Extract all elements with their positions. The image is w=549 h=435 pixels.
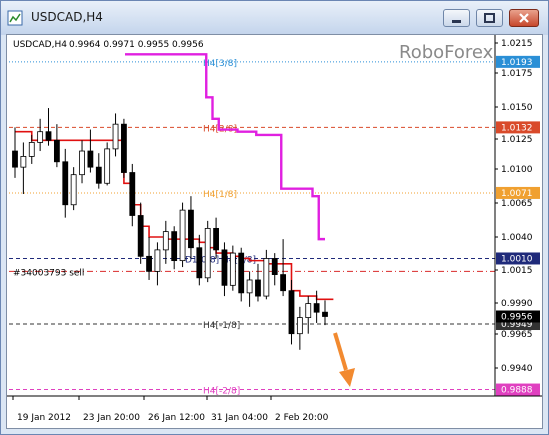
candle-body — [204, 227, 211, 279]
candle-body — [213, 227, 219, 251]
candle-body — [188, 209, 194, 249]
candle-body — [296, 317, 303, 335]
candle-body — [37, 131, 44, 143]
level-price-text: 1.0193 — [501, 58, 533, 68]
restore-button[interactable] — [476, 9, 503, 27]
candle-body — [12, 150, 18, 168]
candle-body — [229, 252, 236, 286]
candle-body — [313, 303, 320, 313]
price-chart[interactable]: H4[3/8] 1.0193H4[2/8] 1.0132H4[1/8] 1.0071D… — [7, 35, 542, 428]
level-price-text: 1.0010 — [501, 254, 533, 264]
candle-body — [162, 231, 169, 251]
level-label: #34003793 sell — [13, 268, 84, 278]
price-tick-label: 1.0015 — [501, 266, 533, 276]
candle-body — [146, 255, 152, 272]
time-tick-label: 31 Jan 04:00 — [211, 413, 268, 423]
candle-body — [221, 249, 228, 286]
window-titlebar[interactable]: USDCAD,H4 — [1, 1, 548, 35]
candle-body — [121, 123, 127, 173]
level-price-text: 1.0071 — [501, 189, 533, 199]
level-label: D1[0/8] H4[0/8] — [185, 255, 256, 265]
candle-body — [271, 258, 278, 275]
price-tick-label: 1.0175 — [501, 69, 533, 79]
price-tick-label: 1.0065 — [501, 199, 533, 209]
candle-body — [45, 131, 52, 141]
level-label: H4[3/8] — [203, 59, 237, 69]
restore-icon — [484, 13, 495, 23]
time-tick-label: 26 Jan 12:00 — [148, 413, 205, 423]
chart-area[interactable]: H4[3/8] 1.0193 H4[2/8] 1.0132 H4[1/8] 1.0071 D… — [6, 34, 543, 429]
candle-body — [20, 156, 27, 168]
candle-body — [305, 303, 312, 318]
candle-body — [112, 123, 119, 150]
time-tick-label: 2 Feb 20:00 — [275, 413, 329, 423]
price-tick-label: 0.9940 — [501, 364, 533, 374]
candle-body — [62, 161, 69, 206]
chart-symbol-label: USDCAD,H4 — [13, 40, 67, 50]
watermark-logo: RoboForex — [399, 42, 494, 63]
level-price-text: 0.9888 — [501, 386, 533, 396]
candle-body — [79, 150, 85, 176]
candle-body — [288, 290, 295, 335]
chart-window: USDCAD,H4 H4[3/8] 1.0193 H4[2/8] 1.0132 H4[1… — [0, 0, 549, 435]
candle-body — [28, 142, 35, 157]
level-label: H4[1/8] — [203, 190, 237, 200]
candle-body — [263, 258, 270, 297]
candle-body — [238, 252, 245, 294]
time-tick-label: 23 Jan 20:00 — [83, 413, 140, 423]
close-icon — [519, 13, 529, 23]
close-button[interactable] — [509, 9, 539, 27]
candle-body — [137, 215, 144, 257]
window-title: USDCAD,H4 — [31, 10, 103, 24]
candle-body — [70, 174, 77, 206]
candle-body — [154, 249, 161, 272]
candle-body — [171, 231, 178, 262]
price-tick-label: 0.9990 — [501, 299, 533, 309]
chart-icon — [7, 10, 23, 26]
candle-body — [104, 148, 111, 184]
current-price-text: 0.9956 — [501, 312, 533, 322]
price-tick-label: 1.0215 — [501, 39, 533, 49]
price-tick-label: 1.0125 — [501, 135, 533, 145]
candle-body — [280, 274, 287, 292]
candle-body — [95, 166, 102, 184]
candle-body — [53, 139, 60, 163]
candle-body — [246, 279, 253, 294]
price-tick-label: 0.9965 — [501, 330, 533, 340]
level-label: H4[-2/8] — [203, 387, 240, 397]
ohlc-header: 0.9964 0.9971 0.9955 0.9956 — [69, 40, 204, 50]
level-price-text: 1.0132 — [501, 123, 533, 133]
magenta-indicator-line — [125, 53, 325, 241]
candle-body — [322, 311, 328, 317]
price-tick-label: 1.0040 — [501, 233, 533, 243]
minimize-icon — [452, 20, 461, 23]
price-tick-label: 1.0150 — [501, 103, 533, 113]
candle-body — [129, 172, 136, 216]
time-tick-label: 19 Jan 2012 — [17, 413, 71, 423]
level-label: H4[-1/8] — [203, 321, 240, 331]
price-tick-label: 1.0100 — [501, 165, 533, 175]
candle-body — [196, 247, 203, 279]
minimize-button[interactable] — [443, 9, 470, 27]
candle-body — [255, 279, 261, 297]
candle-body — [179, 209, 186, 262]
down-arrow-icon — [333, 332, 355, 387]
candle-body — [87, 150, 94, 168]
